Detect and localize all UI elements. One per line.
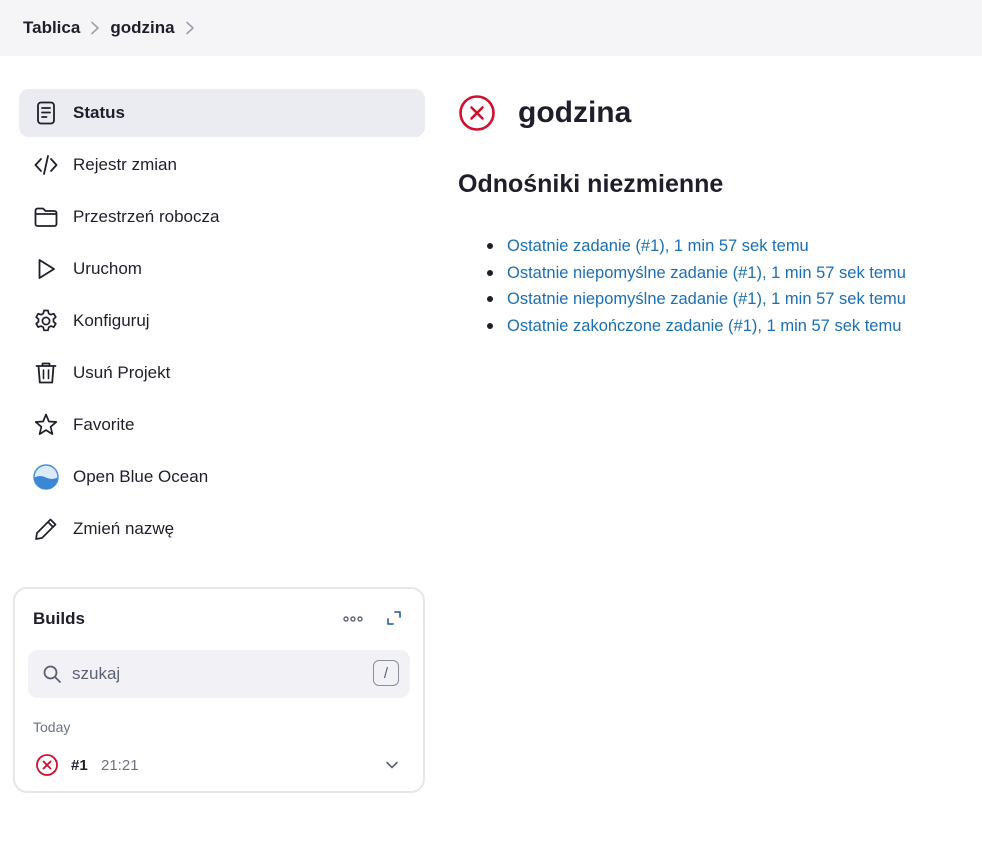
- sidebar-item-rename[interactable]: Zmień nazwę: [19, 505, 425, 553]
- trash-icon: [33, 360, 59, 386]
- sidebar-item-build[interactable]: Uruchom: [19, 245, 425, 293]
- sidebar-item-label: Open Blue Ocean: [73, 467, 209, 486]
- folder-icon: [33, 204, 59, 230]
- permalink-last-completed-build[interactable]: Ostatnie zakończone zadanie (#1), 1 min …: [507, 317, 901, 335]
- build-number[interactable]: #1: [71, 757, 88, 774]
- permalinks-list: Ostatnie zadanie (#1), 1 min 57 sek temu…: [487, 235, 906, 342]
- search-input[interactable]: [72, 658, 352, 690]
- permalinks-heading: Odnośniki niezmienne: [458, 170, 724, 198]
- pencil-icon: [33, 516, 59, 542]
- breadcrumb-separator-icon[interactable]: [175, 0, 205, 56]
- job-header: godzina: [458, 94, 631, 132]
- search-icon: [42, 664, 62, 684]
- blue-ocean-icon: [33, 464, 59, 490]
- document-icon: [33, 100, 59, 126]
- play-icon: [33, 256, 59, 282]
- sidebar-item-label: Rejestr zmian: [73, 155, 177, 174]
- breadcrumb-separator-icon[interactable]: [80, 0, 110, 56]
- build-time: 21:21: [101, 757, 139, 774]
- more-options-icon[interactable]: [341, 611, 365, 627]
- sidebar-item-open-blue-ocean[interactable]: Open Blue Ocean: [19, 453, 425, 501]
- failed-status-icon: [458, 94, 496, 132]
- builds-panel: Builds / Today #1 21:21: [13, 587, 425, 793]
- breadcrumb: Tablica godzina: [0, 0, 982, 56]
- keyboard-shortcut-hint: /: [373, 660, 399, 686]
- sidebar-item-status[interactable]: Status: [19, 89, 425, 137]
- sidebar-item-label: Zmień nazwę: [73, 519, 175, 538]
- build-group-label: Today: [33, 719, 71, 735]
- breadcrumb-item-dashboard[interactable]: Tablica: [23, 18, 80, 38]
- permalink-last-build[interactable]: Ostatnie zadanie (#1), 1 min 57 sek temu: [507, 237, 809, 255]
- list-item: Ostatnie zadanie (#1), 1 min 57 sek temu: [487, 235, 906, 262]
- builds-search: /: [28, 650, 410, 698]
- permalink-last-failed-build[interactable]: Ostatnie niepomyślne zadanie (#1), 1 min…: [507, 290, 906, 308]
- build-row[interactable]: #1 21:21: [33, 749, 405, 781]
- sidebar-item-label: Status: [73, 103, 125, 122]
- list-item: Ostatnie niepomyślne zadanie (#1), 1 min…: [487, 288, 906, 315]
- builds-title: Builds: [33, 609, 85, 628]
- sidebar-item-configure[interactable]: Konfiguruj: [19, 297, 425, 345]
- list-item: Ostatnie zakończone zadanie (#1), 1 min …: [487, 315, 906, 342]
- sidebar-item-label: Konfiguruj: [73, 311, 150, 330]
- sidebar-item-delete-project[interactable]: Usuń Projekt: [19, 349, 425, 397]
- expand-icon[interactable]: [385, 609, 403, 627]
- list-item: Ostatnie niepomyślne zadanie (#1), 1 min…: [487, 262, 906, 289]
- sidebar-item-label: Usuń Projekt: [73, 363, 171, 382]
- gear-icon: [33, 308, 59, 334]
- breadcrumb-item-job[interactable]: godzina: [110, 18, 174, 38]
- sidebar-item-label: Przestrzeń robocza: [73, 207, 220, 226]
- sidebar-item-favorite[interactable]: Favorite: [19, 401, 425, 449]
- sidebar-item-label: Favorite: [73, 415, 135, 434]
- failed-status-icon: [35, 753, 59, 777]
- page-title: godzina: [518, 96, 632, 129]
- sidebar-item-workspace[interactable]: Przestrzeń robocza: [19, 193, 425, 241]
- permalink-last-unsuccessful-build[interactable]: Ostatnie niepomyślne zadanie (#1), 1 min…: [507, 264, 906, 282]
- code-icon: [33, 152, 59, 178]
- sidebar-item-changes[interactable]: Rejestr zmian: [19, 141, 425, 189]
- chevron-down-icon[interactable]: [384, 757, 400, 773]
- star-icon: [33, 412, 59, 438]
- sidebar: Status Rejestr zmian Przestrzeń robocza …: [19, 89, 425, 557]
- sidebar-item-label: Uruchom: [73, 259, 142, 278]
